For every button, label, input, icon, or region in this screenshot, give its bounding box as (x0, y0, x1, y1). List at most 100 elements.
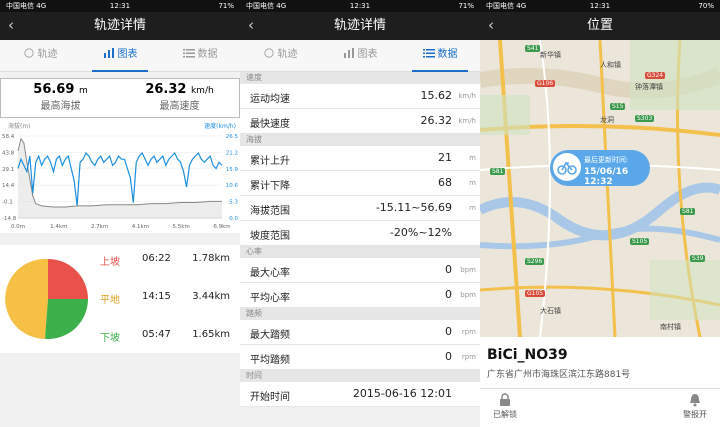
road-label: S15 (610, 103, 626, 110)
track-detail-data-screen: 中国电信 4G 12:31 71% ‹ 轨迹详情 轨迹 图表 数据 速度 运动均速… (240, 0, 480, 427)
bike-address: 广东省广州市海珠区滨江东路881号 (487, 370, 631, 380)
row-unit: bpm (460, 266, 476, 274)
battery-text: 70% (698, 2, 714, 10)
tab-data[interactable]: 数据 (160, 40, 240, 71)
row-key: 最快速度 (250, 119, 290, 130)
row-value: 0 (445, 350, 452, 363)
bike-icon (553, 153, 581, 181)
pie-slice-downhill (45, 299, 88, 340)
tab-data[interactable]: 数据 (400, 40, 480, 72)
row-key: 运动均速 (250, 94, 290, 105)
place-label: 新华镇 (540, 51, 561, 59)
left-tick-label: 14.4 (2, 183, 15, 189)
left-tick-label: -14.8 (2, 216, 17, 222)
alarm-button[interactable]: 警报开 (670, 393, 720, 420)
left-tick-label: 43.8 (2, 150, 15, 156)
bubble-time: 15/06/16 12:32 (584, 167, 629, 187)
row-key: 坡度范围 (250, 231, 290, 242)
row-value: 0 (445, 288, 452, 301)
data-row: 累计下降 68 m (240, 171, 480, 196)
location-bubble[interactable]: 最后更新时间: 15/06/16 12:32 (550, 150, 650, 187)
page-title: 位置 (586, 18, 613, 33)
battery-text: 71% (218, 2, 234, 10)
tab-bar: 轨迹 图表 数据 (0, 40, 240, 72)
compass-icon (263, 48, 274, 58)
back-icon[interactable]: ‹ (488, 16, 494, 34)
row-value: 0 (445, 263, 452, 276)
data-list: 速度 运动均速 15.62 km/h 最快速度 26.32 km/h 海拔 累计上升 21 m 累计下… (240, 72, 480, 407)
compass-icon (23, 48, 34, 58)
x-tick-label: 6.9km (213, 224, 230, 230)
x-tick-label: 1.4km (50, 224, 67, 230)
tab-track[interactable]: 轨迹 (240, 40, 320, 71)
bike-name: BiCi_NO39 (487, 347, 568, 363)
place-label: 钟落潭镇 (635, 83, 663, 91)
road-label: G106 (535, 80, 556, 87)
road-label: S303 (635, 115, 655, 122)
summary-stats: 56.69 m 最高海拔 26.32 km/h 最高速度 (0, 78, 240, 118)
data-row: 平均踏频 0 rpm (240, 345, 480, 370)
map-view[interactable]: S41 G106 G324 S15 S303 S81 S105 S296 G105 S81 S39 人… (480, 40, 720, 337)
row-value: -20%~12% (389, 226, 452, 239)
data-row: 最大踏频 0 rpm (240, 320, 480, 345)
max-altitude-stat: 56.69 m 最高海拔 (33, 82, 88, 112)
battery-text: 71% (458, 2, 474, 10)
slope-breakdown: 上坡 06:22 1.78km 平地 14:15 3.44km 下坡 05:47… (0, 245, 240, 353)
row-key: 平均心率 (250, 293, 290, 304)
right-tick-label: 5.3 (229, 200, 238, 206)
x-tick-label: 0.0m (11, 224, 25, 230)
right-tick-label: 0.0 (229, 216, 238, 222)
tab-bar: 轨迹 图表 数据 (240, 40, 480, 72)
tab-chart[interactable]: 图表 (320, 40, 400, 71)
place-label: 人和镇 (600, 61, 621, 69)
status-time: 12:31 (589, 2, 611, 10)
tab-track[interactable]: 轨迹 (0, 40, 80, 71)
status-time: 12:31 (349, 2, 371, 10)
row-unit: km/h (458, 92, 476, 100)
max-speed-stat: 26.32 km/h 最高速度 (145, 82, 214, 112)
place-label: 南村镇 (660, 323, 681, 331)
unlock-button[interactable]: 已解锁 (480, 393, 530, 420)
status-bar: 中国电信 4G 12:31 71% (240, 0, 480, 12)
chart-svg: 海拔(m) 速度(km/h) 58.4 43.8 29.1 14.4 -0.1 -14.8 26… (2, 122, 239, 230)
tab-chart[interactable]: 图表 (80, 40, 160, 72)
row-unit: m (469, 179, 476, 187)
road-label: G324 (645, 72, 666, 79)
data-row: 开始时间 2015-06-16 12:01 (240, 382, 480, 407)
page-title: 轨迹详情 (333, 18, 386, 33)
altitude-speed-chart: 海拔(m) 速度(km/h) 58.4 43.8 29.1 14.4 -0.1 -14.8 26… (0, 118, 240, 233)
data-row: 海拔范围 -15.11~56.69 m (240, 196, 480, 221)
pie-slice-uphill (48, 259, 88, 299)
bell-icon (690, 394, 700, 407)
lock-icon (500, 393, 510, 406)
bar-chart-icon (103, 48, 114, 58)
row-unit: bpm (460, 291, 476, 299)
section-header: 海拔 (240, 134, 480, 146)
row-key: 累计上升 (250, 156, 290, 167)
status-bar: 中国电信 4G 12:31 70% (480, 0, 720, 12)
back-icon[interactable]: ‹ (248, 16, 254, 34)
data-row: 累计上升 21 m (240, 146, 480, 171)
data-row: 最快速度 26.32 km/h (240, 109, 480, 134)
data-row: 运动均速 15.62 km/h (240, 84, 480, 109)
row-unit: rpm (461, 353, 476, 361)
x-tick-label: 2.7km (91, 224, 108, 230)
road-label: S39 (690, 255, 706, 262)
right-tick-label: 21.2 (226, 150, 238, 156)
road-label: G105 (525, 290, 546, 297)
nav-bar: ‹ 轨迹详情 (240, 12, 480, 40)
place-label: 大石镇 (540, 307, 561, 315)
row-value: 26.32 (420, 114, 453, 127)
left-axis-label: 海拔(m) (8, 122, 31, 130)
data-row: 坡度范围 -20%~12% (240, 221, 480, 246)
row-key: 开始时间 (250, 392, 290, 403)
row-unit: m (469, 204, 476, 212)
map-canvas (480, 40, 720, 337)
list-icon (182, 49, 195, 58)
road-label: S41 (525, 45, 541, 52)
list-icon (422, 49, 435, 58)
right-tick-label: 10.6 (226, 183, 239, 189)
row-value: 0 (445, 325, 452, 338)
row-value: -15.11~56.69 (375, 201, 452, 214)
back-icon[interactable]: ‹ (8, 16, 14, 34)
